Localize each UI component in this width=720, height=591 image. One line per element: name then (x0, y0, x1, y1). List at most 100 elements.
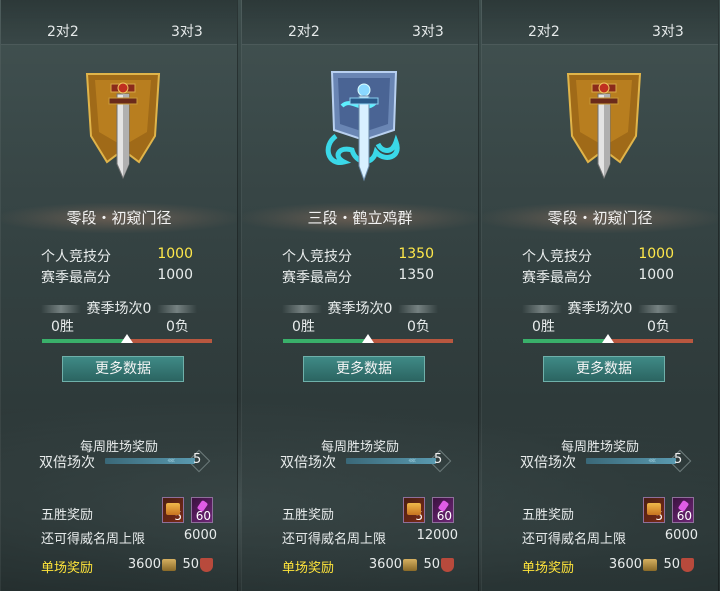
tab-2v2[interactable]: 2对2 (288, 21, 320, 41)
five-win-reward-label: 五胜奖励 (522, 508, 575, 523)
win-loss-ratio-bar (283, 334, 453, 343)
double-progress-bar (105, 458, 195, 464)
ratio-marker-icon (602, 334, 614, 343)
arena-panel-2: 2对2 3对3 零段・初窥门径 个人竞技分 1000 赛季最高分 1000 赛季… (481, 0, 719, 591)
tab-3v3[interactable]: 3对3 (412, 21, 444, 41)
win-segment (523, 339, 607, 343)
single-reward-honor-value: 50 (423, 557, 440, 572)
rank-title: 零段・初窥门径 (1, 203, 237, 233)
losses-count: 0负 (647, 319, 670, 335)
loss-segment (128, 339, 212, 343)
five-win-reward-label: 五胜奖励 (282, 508, 335, 523)
coin-icon (643, 559, 657, 571)
ratio-marker-icon (362, 334, 374, 343)
potion-icon[interactable]: 60 (191, 497, 213, 523)
single-reward-label: 单场奖励 (522, 561, 575, 576)
arena-panel-0: 2对2 3对3 零段・初窥门径 个人竞技分 1000 赛季最高分 1000 赛季… (0, 0, 238, 591)
coin-icon (403, 559, 417, 571)
win-segment (283, 339, 367, 343)
chest-count: 5 (415, 509, 423, 523)
season-high-label: 赛季最高分 (41, 270, 111, 286)
tab-2v2[interactable]: 2对2 (528, 21, 560, 41)
win-loss-ratio-bar (42, 334, 212, 343)
personal-score-value: 1000 (157, 246, 193, 262)
more-data-button[interactable]: 更多数据 (303, 356, 425, 382)
arrows-icon: ‹‹‹‹ (648, 456, 657, 466)
personal-score-value: 1000 (638, 246, 674, 262)
rank-emblem-icon (562, 66, 646, 186)
season-high-label: 赛季最高分 (282, 270, 352, 286)
double-matches-label: 双倍场次 (520, 455, 576, 471)
potion-icon[interactable]: 60 (432, 497, 454, 523)
season-high-label: 赛季最高分 (522, 270, 592, 286)
double-progress-bar (586, 458, 676, 464)
rank-title: 三段・鹤立鸡群 (242, 203, 478, 233)
single-reward-label: 单场奖励 (282, 561, 335, 576)
wins-count: 0胜 (532, 319, 555, 335)
potion-count: 60 (195, 509, 211, 523)
ratio-marker-icon (121, 334, 133, 343)
weekly-cap-label: 还可得威名周上限 (522, 532, 627, 547)
more-data-button[interactable]: 更多数据 (543, 356, 665, 382)
losses-count: 0负 (166, 319, 189, 335)
single-reward-coin-value: 3600 (368, 557, 402, 572)
ornament-left (281, 305, 322, 313)
personal-score-label: 个人竞技分 (41, 249, 111, 265)
double-matches-progress: ‹‹‹‹ 5 (586, 452, 690, 467)
season-matches-text: 赛季场次0 (86, 301, 152, 317)
chest-count: 5 (174, 509, 182, 523)
wins-count: 0胜 (51, 319, 74, 335)
season-high-value: 1000 (157, 267, 193, 283)
weekly-cap-value: 6000 (183, 528, 217, 543)
tab-3v3[interactable]: 3对3 (171, 21, 203, 41)
personal-score-label: 个人竞技分 (282, 249, 352, 265)
single-reward-honor-value: 50 (182, 557, 199, 572)
ornament-left (521, 305, 562, 313)
more-data-button[interactable]: 更多数据 (62, 356, 184, 382)
potion-count: 60 (676, 509, 692, 523)
season-matches-text: 赛季场次0 (567, 301, 633, 317)
personal-score-label: 个人竞技分 (522, 249, 592, 265)
double-matches-count: 5 (193, 452, 202, 467)
arrows-icon: ‹‹‹‹ (408, 456, 417, 466)
chest-count: 5 (655, 509, 663, 523)
five-win-reward-label: 五胜奖励 (41, 508, 94, 523)
double-matches-progress: ‹‹‹‹ 5 (346, 452, 450, 467)
arrows-icon: ‹‹‹‹ (167, 456, 176, 466)
rank-emblem-icon (81, 66, 165, 186)
single-reward-label: 单场奖励 (41, 561, 94, 576)
weekly-reward-title: 每周胜场奖励 (320, 440, 399, 455)
honor-shield-icon (681, 558, 694, 572)
season-matches: 赛季场次0 (1, 298, 237, 318)
tab-3v3[interactable]: 3对3 (652, 21, 684, 41)
single-reward-coin-value: 3600 (608, 557, 642, 572)
treasure-chest-icon[interactable]: 5 (643, 497, 665, 523)
weekly-cap-label: 还可得威名周上限 (282, 532, 387, 547)
potion-icon[interactable]: 60 (672, 497, 694, 523)
double-matches-label: 双倍场次 (280, 455, 336, 471)
loss-segment (369, 339, 453, 343)
wins-count: 0胜 (292, 319, 315, 335)
single-reward-honor-value: 50 (663, 557, 680, 572)
single-reward-coin-value: 3600 (127, 557, 161, 572)
double-matches-progress: ‹‹‹‹ 5 (105, 452, 209, 467)
mode-tabs: 2对2 3对3 (1, 0, 237, 45)
weekly-cap-value: 6000 (664, 528, 698, 543)
ornament-right (398, 305, 439, 313)
weekly-cap-label: 还可得威名周上限 (41, 532, 146, 547)
rank-title: 零段・初窥门径 (482, 203, 718, 233)
tab-2v2[interactable]: 2对2 (47, 21, 79, 41)
double-matches-label: 双倍场次 (39, 455, 95, 471)
treasure-chest-icon[interactable]: 5 (403, 497, 425, 523)
double-progress-bar (346, 458, 436, 464)
weekly-reward-title: 每周胜场奖励 (560, 440, 639, 455)
coin-icon (162, 559, 176, 571)
ornament-right (638, 305, 679, 313)
mode-tabs: 2对2 3对3 (482, 0, 718, 45)
win-segment (42, 339, 126, 343)
honor-shield-icon (200, 558, 213, 572)
mode-tabs: 2对2 3对3 (242, 0, 478, 45)
season-matches: 赛季场次0 (242, 298, 478, 318)
honor-shield-icon (441, 558, 454, 572)
treasure-chest-icon[interactable]: 5 (162, 497, 184, 523)
